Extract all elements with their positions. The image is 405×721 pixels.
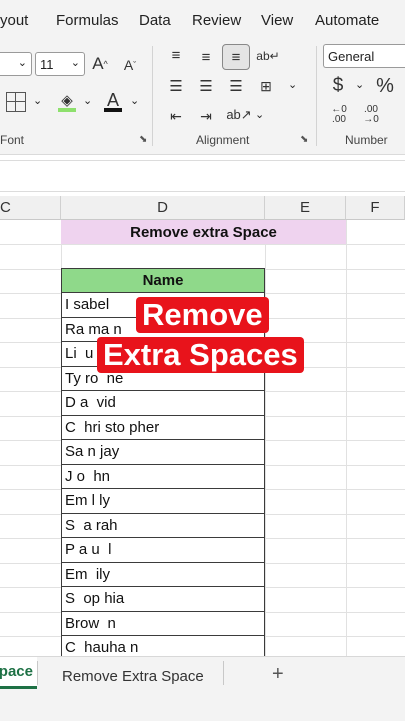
chevron-down-icon[interactable]: ⌄ — [255, 108, 264, 121]
alignment-group-label: Alignment — [196, 133, 250, 147]
column-header-d[interactable]: D — [61, 196, 265, 220]
sheet-tab-active[interactable]: pace — [0, 657, 37, 689]
wrap-text-icon[interactable]: ab↵ — [256, 46, 279, 66]
sheet-title-cell[interactable]: Remove extra Space — [61, 220, 346, 244]
chevron-down-icon[interactable]: ⌄ — [355, 78, 364, 91]
font-group-label: Font — [0, 133, 25, 147]
align-right-icon[interactable]: ☰ — [226, 76, 246, 96]
borders-icon[interactable] — [6, 92, 26, 112]
chevron-down-icon[interactable]: ⌄ — [288, 78, 297, 91]
name-cell[interactable]: Brow n — [61, 611, 265, 636]
group-separator — [316, 46, 317, 146]
sheet-tab-bar: pace Remove Extra Space + — [0, 656, 405, 721]
chevron-down-icon: ⌄ — [17, 57, 27, 69]
font-size-value: 11 — [40, 57, 54, 72]
name-cell[interactable]: J o hn — [61, 464, 265, 489]
menu-view[interactable]: View — [261, 12, 293, 29]
align-center-icon[interactable]: ☰ — [196, 76, 216, 96]
overlay-caption-line2: Extra Spaces — [97, 337, 304, 373]
dialog-launcher-icon[interactable]: ⬊ — [300, 134, 308, 145]
column-header-c[interactable]: C — [0, 196, 61, 220]
name-cell[interactable]: Em l ly — [61, 489, 265, 514]
overlay-caption-line1: Remove — [136, 297, 269, 333]
orientation-icon[interactable]: ab↗ — [226, 104, 251, 126]
font-color-icon[interactable]: A — [102, 88, 124, 112]
menu-bar: yout Formulas Data Review View Automate — [0, 0, 405, 42]
decrease-decimal-icon[interactable]: .00 →0 — [359, 104, 383, 126]
grid-column-line — [346, 220, 347, 660]
fill-color-icon[interactable]: ◈ — [56, 88, 78, 112]
column-header-e[interactable]: E — [265, 196, 346, 220]
number-group-label: Number — [345, 133, 388, 147]
name-header-cell[interactable]: Name — [61, 268, 265, 293]
name-cell[interactable]: P a u l — [61, 538, 265, 563]
increase-font-size-icon[interactable]: A ^ — [89, 52, 111, 76]
align-bottom-icon[interactable]: ≡ — [222, 44, 250, 70]
menu-data[interactable]: Data — [139, 12, 171, 29]
menu-review[interactable]: Review — [192, 12, 241, 29]
decrease-font-size-icon[interactable]: Aˇ — [119, 54, 141, 76]
menu-layout[interactable]: yout — [0, 12, 28, 29]
ribbon: ⌄ 11 ⌄ A ^ Aˇ ⌄ ◈ ⌄ A ⌄ Font ⬊ ≡ ≡ ≡ ab↵ … — [0, 42, 405, 155]
decrease-indent-icon[interactable]: ⇤ — [166, 106, 186, 126]
name-cell[interactable]: Sa n jay — [61, 440, 265, 465]
grid-column-line — [265, 220, 266, 660]
tab-separator — [223, 661, 224, 685]
menu-automate[interactable]: Automate — [315, 12, 379, 29]
name-cell[interactable]: D a vid — [61, 391, 265, 416]
merge-center-icon[interactable]: ⊞ — [256, 76, 276, 96]
font-size-dropdown[interactable]: 11 ⌄ — [35, 52, 85, 76]
align-middle-icon[interactable]: ≡ — [196, 48, 216, 66]
dialog-launcher-icon[interactable]: ⬊ — [139, 134, 147, 145]
menu-formulas[interactable]: Formulas — [56, 12, 119, 29]
currency-icon[interactable]: $ — [328, 74, 348, 98]
name-cell[interactable]: S op hia — [61, 587, 265, 612]
sheet-tab-remove-extra-space[interactable]: Remove Extra Space — [62, 668, 204, 685]
tab-separator — [37, 661, 38, 685]
align-top-icon[interactable]: ≡ — [166, 46, 186, 64]
number-format-dropdown[interactable]: General — [323, 44, 405, 68]
chevron-down-icon[interactable]: ⌄ — [83, 94, 92, 107]
number-format-value: General — [328, 49, 375, 64]
align-left-icon[interactable]: ☰ — [166, 76, 186, 96]
chevron-down-icon[interactable]: ⌄ — [33, 94, 42, 107]
increase-decimal-icon[interactable]: ←0.00 — [327, 104, 351, 126]
percent-icon[interactable]: % — [372, 74, 398, 98]
name-cell[interactable]: Em ily — [61, 562, 265, 587]
column-header-f[interactable]: F — [346, 196, 405, 220]
formula-bar[interactable] — [0, 160, 405, 192]
name-cell[interactable]: C hri sto pher — [61, 415, 265, 440]
chevron-down-icon: ⌄ — [70, 57, 80, 69]
font-name-dropdown[interactable]: ⌄ — [0, 52, 32, 76]
group-separator — [152, 46, 153, 146]
name-cell[interactable]: S a rah — [61, 513, 265, 538]
increase-indent-icon[interactable]: ⇥ — [196, 106, 216, 126]
add-sheet-icon[interactable]: + — [272, 663, 284, 686]
chevron-down-icon[interactable]: ⌄ — [130, 94, 139, 107]
